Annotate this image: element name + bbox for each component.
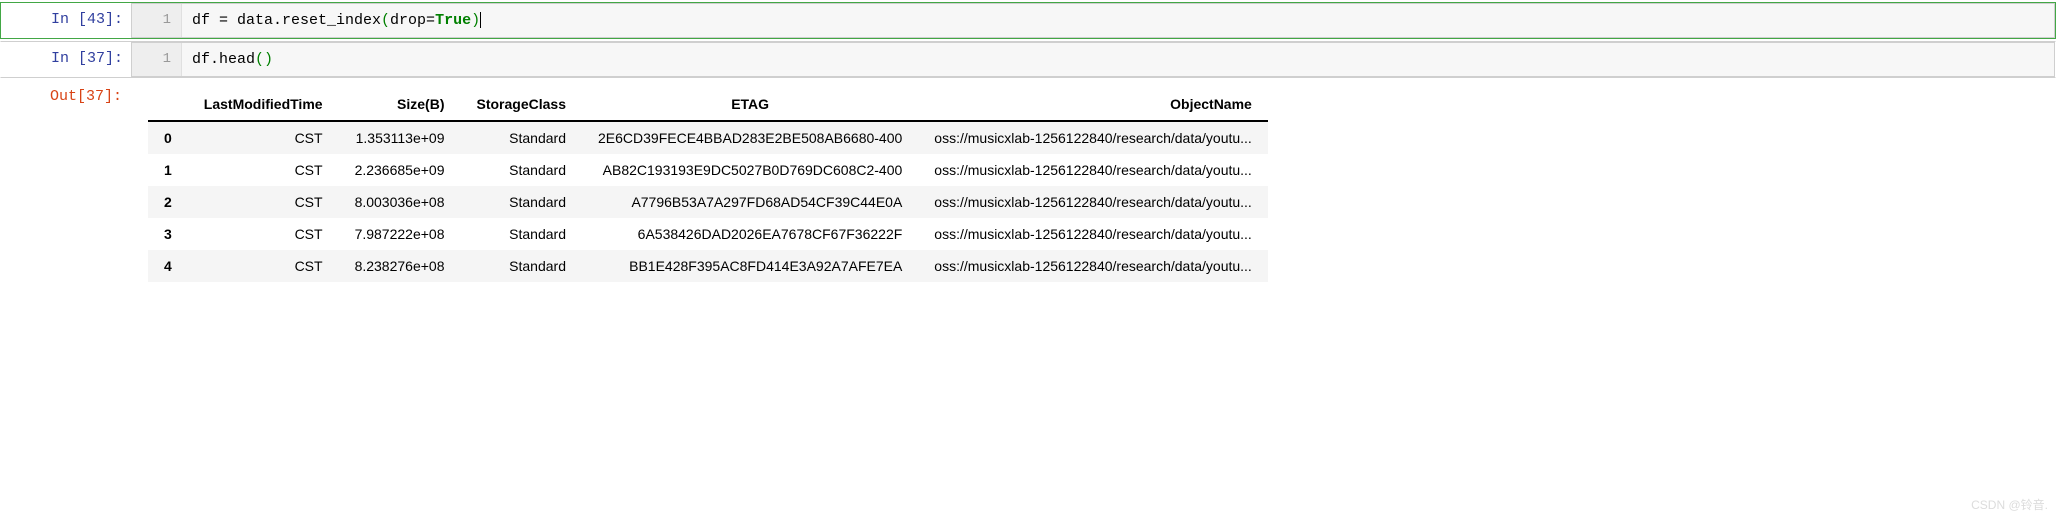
row-index: 2: [148, 186, 188, 218]
row-index: 1: [148, 154, 188, 186]
code-text: df = data.reset_index: [192, 12, 381, 29]
code-text: df.head: [192, 51, 255, 68]
cell-objectname: oss://musicxlab-1256122840/research/data…: [918, 154, 1268, 186]
cell-objectname: oss://musicxlab-1256122840/research/data…: [918, 186, 1268, 218]
table-row: 1CST2.236685e+09StandardAB82C193193E9DC5…: [148, 154, 1268, 186]
code-cell-43[interactable]: In [43]: 1 df = data.reset_index(drop=Tr…: [0, 2, 2056, 39]
rparen: ): [471, 12, 480, 29]
dataframe-table: LastModifiedTime Size(B) StorageClass ET…: [148, 88, 1268, 282]
table-row: 4CST8.238276e+08StandardBB1E428F395AC8FD…: [148, 250, 1268, 282]
cell-storageclass: Standard: [461, 121, 582, 154]
cell-lastmodified: CST: [188, 121, 339, 154]
cell-size: 7.987222e+08: [339, 218, 461, 250]
cell-size: 8.238276e+08: [339, 250, 461, 282]
rparen: ): [264, 51, 273, 68]
cell-objectname: oss://musicxlab-1256122840/research/data…: [918, 121, 1268, 154]
in-prompt: In [43]:: [1, 3, 131, 38]
in-prompt: In [37]:: [1, 42, 131, 77]
cell-lastmodified: CST: [188, 250, 339, 282]
cell-lastmodified: CST: [188, 218, 339, 250]
col-header: Size(B): [339, 88, 461, 121]
cell-etag: 6A538426DAD2026EA7678CF67F36222F: [582, 218, 918, 250]
output-area: LastModifiedTime Size(B) StorageClass ET…: [130, 80, 2056, 290]
cell-etag: BB1E428F395AC8FD414E3A92A7AFE7EA: [582, 250, 918, 282]
line-number: 1: [132, 43, 182, 76]
table-row: 3CST7.987222e+08Standard6A538426DAD2026E…: [148, 218, 1268, 250]
lparen: (: [255, 51, 264, 68]
cell-lastmodified: CST: [188, 186, 339, 218]
cell-storageclass: Standard: [461, 218, 582, 250]
code-input-area[interactable]: 1 df = data.reset_index(drop=True): [131, 3, 2055, 38]
cell-size: 8.003036e+08: [339, 186, 461, 218]
out-prompt: Out[37]:: [0, 80, 130, 290]
cell-objectname: oss://musicxlab-1256122840/research/data…: [918, 218, 1268, 250]
index-header: [148, 88, 188, 121]
cell-etag: 2E6CD39FECE4BBAD283E2BE508AB6680-400: [582, 121, 918, 154]
cell-objectname: oss://musicxlab-1256122840/research/data…: [918, 250, 1268, 282]
cell-storageclass: Standard: [461, 250, 582, 282]
table-row: 2CST8.003036e+08StandardA7796B53A7A297FD…: [148, 186, 1268, 218]
code-keyword: True: [435, 12, 471, 29]
col-header: LastModifiedTime: [188, 88, 339, 121]
cursor-icon: [480, 12, 481, 28]
code-editor[interactable]: df = data.reset_index(drop=True): [182, 4, 2054, 37]
table-header-row: LastModifiedTime Size(B) StorageClass ET…: [148, 88, 1268, 121]
lparen: (: [381, 12, 390, 29]
cell-size: 2.236685e+09: [339, 154, 461, 186]
row-index: 3: [148, 218, 188, 250]
cell-size: 1.353113e+09: [339, 121, 461, 154]
cell-lastmodified: CST: [188, 154, 339, 186]
code-arg: drop=: [390, 12, 435, 29]
code-input-area[interactable]: 1 df.head(): [131, 42, 2055, 77]
watermark: CSDN @铃音.: [1971, 496, 2048, 513]
col-header: ObjectName: [918, 88, 1268, 121]
row-index: 4: [148, 250, 188, 282]
output-row: Out[37]: LastModifiedTime Size(B) Storag…: [0, 80, 2056, 290]
col-header: ETAG: [582, 88, 918, 121]
col-header: StorageClass: [461, 88, 582, 121]
table-row: 0CST1.353113e+09Standard2E6CD39FECE4BBAD…: [148, 121, 1268, 154]
row-index: 0: [148, 121, 188, 154]
code-cell-37[interactable]: In [37]: 1 df.head(): [0, 41, 2056, 78]
cell-storageclass: Standard: [461, 154, 582, 186]
line-number: 1: [132, 4, 182, 37]
code-editor[interactable]: df.head(): [182, 43, 2054, 76]
cell-storageclass: Standard: [461, 186, 582, 218]
cell-etag: A7796B53A7A297FD68AD54CF39C44E0A: [582, 186, 918, 218]
cell-etag: AB82C193193E9DC5027B0D769DC608C2-400: [582, 154, 918, 186]
